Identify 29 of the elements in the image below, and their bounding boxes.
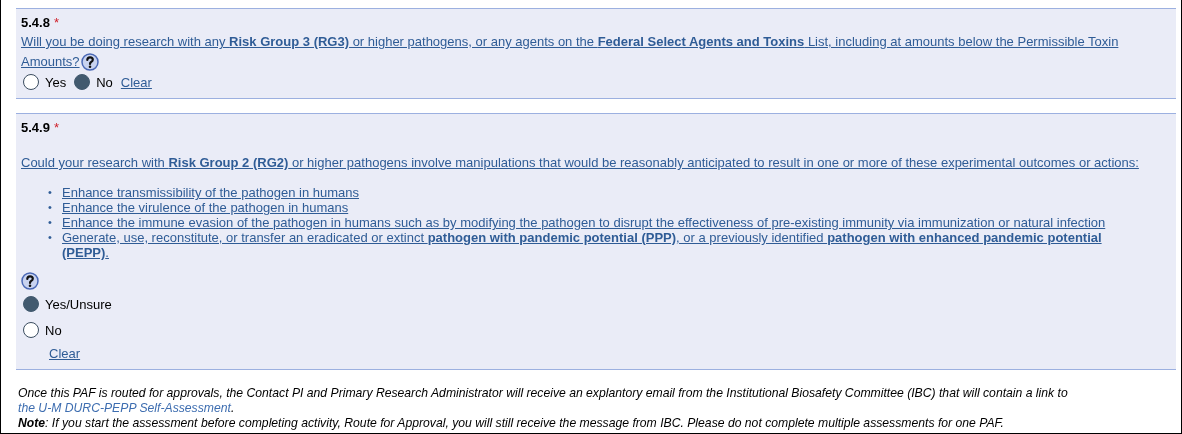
self-assessment-link[interactable]: the U-M DURC-PEPP Self-Assessment	[18, 401, 231, 415]
radio-button[interactable]	[23, 296, 39, 312]
notice-text: Once this PAF is routed for approvals, the Contact PI and Primary Research Administrator will receive an explantory email from the Institutional Biosafety Committee (IBC) that will contain a link to the U-M DURC-PEPP Self-Assessment.	[18, 386, 1069, 416]
bullet: •	[48, 230, 53, 245]
bullet: •	[48, 185, 53, 200]
option-label: Yes	[45, 74, 67, 90]
required-mark: *	[53, 120, 59, 135]
question-link[interactable]: Could your research with Risk Group 2 (RG2) or higher pathogens involve manipulations that would be reasonably anticipated to result in one or more of these experimental outcomes or actions:	[21, 153, 1168, 173]
option-label: No	[45, 322, 62, 338]
list-item-link[interactable]: Enhance transmissibility of the pathogen in humans	[62, 185, 359, 200]
question-number: 5.4.8	[21, 15, 50, 30]
bullet: •	[48, 215, 53, 230]
radio-button[interactable]	[23, 322, 39, 338]
note-text: Note: If you start the assessment before completing activity, Route for Approval, you will still receive the message from IBC. Please do not complete multiple assessments for one PAF.	[18, 416, 1005, 431]
list-item-link[interactable]: Enhance the immune evasion of the pathogen in humans such as by modifying the pathogen to disrupt the effectiveness of pre-existing immunity via immunization or natural infection	[62, 215, 1106, 230]
question-number: 5.4.9	[21, 120, 50, 135]
help-icon[interactable]	[21, 272, 39, 290]
radio-button[interactable]	[23, 74, 39, 90]
question-link[interactable]: Will you be doing research with any Risk Group 3 (RG3) or higher pathogens, or any agents on the Federal Select Agents and Toxins List, including at amounts below the Permissible Toxin Amounts?	[21, 32, 1168, 72]
clear-link[interactable]: Clear	[120, 74, 152, 90]
list-item-link[interactable]: Enhance the virulence of the pathogen in humans	[62, 200, 349, 215]
help-icon[interactable]	[80, 52, 99, 71]
bullet: •	[48, 200, 53, 215]
clear-link[interactable]: Clear	[49, 346, 81, 361]
list-item-link[interactable]: Generate, use, reconstitute, or transfer an eradicated or extinct pathogen with pandemic potential (PPP), or a previously identified pathogen with enhanced pandemic potential (PEPP).	[62, 230, 1123, 260]
option-label: No	[96, 74, 113, 90]
required-mark: *	[53, 15, 59, 30]
option-label: Yes/Unsure	[45, 296, 112, 312]
radio-button[interactable]	[74, 74, 91, 90]
